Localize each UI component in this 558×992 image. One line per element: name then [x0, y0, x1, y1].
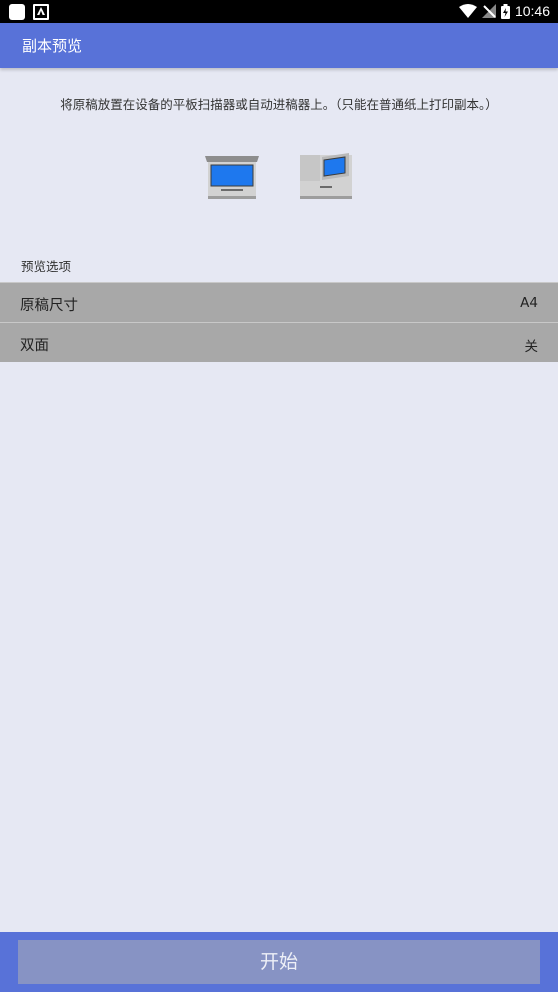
duplex-label: 双面 — [20, 338, 49, 354]
document-feeder-icon — [300, 153, 352, 199]
original-size-row[interactable]: 原稿尺寸 A4 — [0, 282, 558, 322]
notification-a-icon — [33, 4, 49, 20]
preview-options-header: 预览选项 — [21, 259, 72, 274]
duplex-row[interactable]: 双面 关 — [0, 322, 558, 362]
status-time: 10:46 — [514, 3, 550, 19]
notification-app-icon — [9, 4, 25, 20]
signal-off-icon — [481, 4, 496, 18]
duplex-value: 关 — [524, 339, 539, 355]
app-bar: 副本预览 — [0, 23, 558, 68]
bottom-bar: 开始 — [0, 932, 558, 992]
flatbed-scanner-icon — [205, 156, 259, 199]
status-bar: 10:46 — [0, 0, 558, 23]
instruction-text: 将原稿放置在设备的平板扫描器或自动进稿器上。（只能在普通纸上打印副本。） — [60, 97, 498, 112]
start-button[interactable]: 开始 — [18, 940, 540, 984]
page-title: 副本预览 — [22, 37, 83, 55]
original-size-label: 原稿尺寸 — [20, 298, 78, 314]
battery-charging-icon — [500, 3, 510, 19]
wifi-icon — [458, 4, 477, 18]
original-size-value: A4 — [520, 295, 538, 311]
